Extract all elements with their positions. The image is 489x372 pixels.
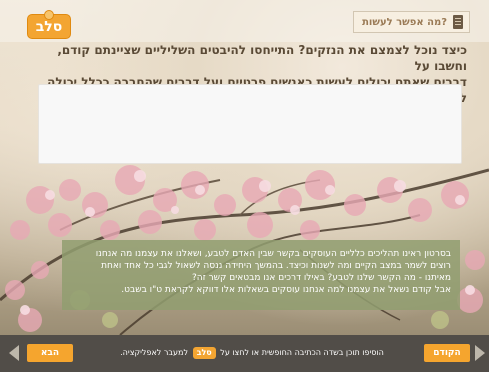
app-logo[interactable]: סלב (27, 10, 71, 39)
section-title-tab: מה אפשר לעשות? (353, 11, 470, 33)
info-line-3: מאיתנו - מה הקשר שלנו לטבע? באילו דרכים … (191, 273, 451, 283)
arrow-right-icon[interactable] (475, 345, 485, 361)
app-logo-text: סלב (35, 18, 63, 35)
free-text-answer-field[interactable] (38, 84, 462, 164)
footer-app-logo[interactable]: סלב (192, 347, 216, 359)
app-window: סלב מה אפשר לעשות? כיצד נוכל לצמצם את הנ… (0, 0, 489, 372)
info-panel: בסרטון ראינו תהליכים כלליים העוסקים בקשר… (62, 240, 460, 310)
info-line-2: רוצים לשמר במצב הקיים ומה לשנות וכיצד. ב… (101, 261, 451, 271)
arrow-left-icon[interactable] (9, 345, 19, 361)
book-icon (453, 15, 463, 29)
footer-hint-text-after: למעבר לאפליקציה. (120, 348, 189, 357)
section-title: מה אפשר לעשות? (362, 16, 447, 28)
info-line-4: אבל קודם נשאל את עצמנו למה אנחנו עוסקים … (121, 285, 451, 295)
info-line-1: בסרטון ראינו תהליכים כלליים העוסקים בקשר… (95, 249, 451, 259)
logo-dot-icon (44, 10, 54, 20)
footer-hint-text-before: הוסיפו תוכן בשדה הכתיבה החופשית או לחצו … (220, 348, 384, 357)
previous-button[interactable]: הקודם (424, 344, 470, 362)
next-button[interactable]: הבא (27, 344, 73, 362)
question-line-1: כיצד נוכל לצמצם את הנזקים? התייחסו להיבט… (57, 43, 467, 73)
footer-hint: הוסיפו תוכן בשדה הכתיבה החופשית או לחצו … (102, 347, 402, 359)
